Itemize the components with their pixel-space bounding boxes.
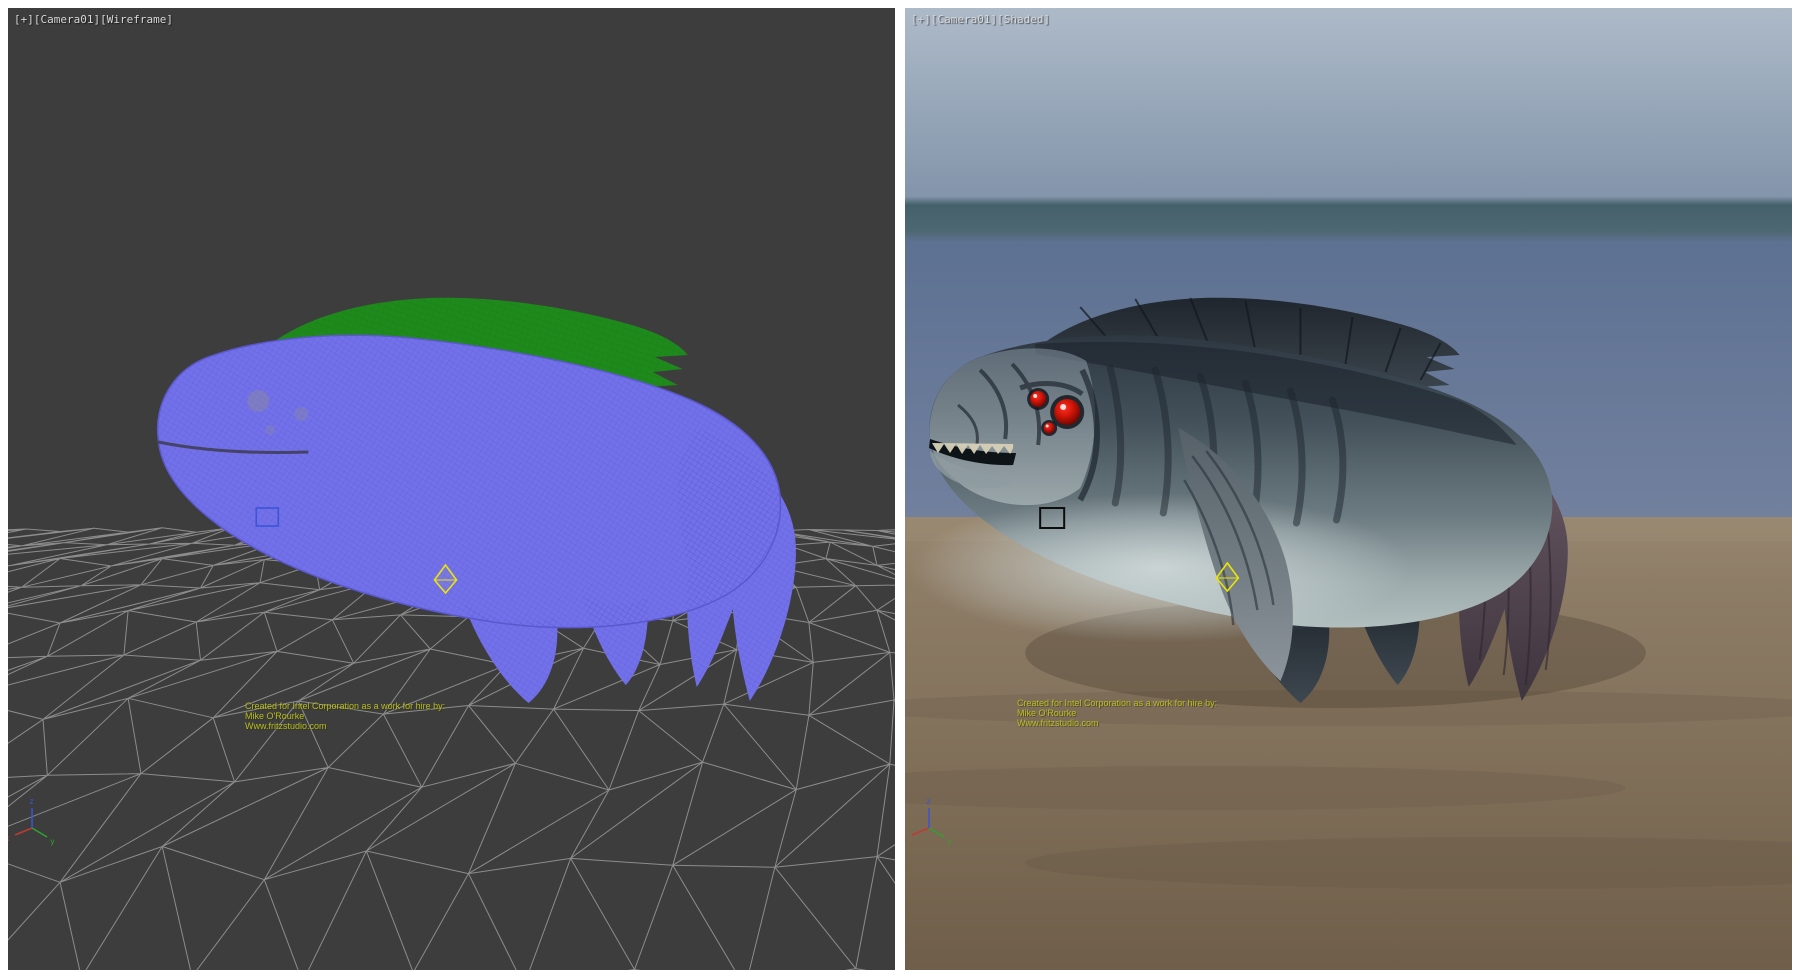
axis-z-label: z <box>29 797 34 806</box>
eye-spot-large <box>247 390 269 412</box>
viewport-camera-button[interactable]: [Camera01] <box>34 13 100 26</box>
axis-x-label: x <box>8 834 10 843</box>
viewport-area: x y z [+] [Camera01] [Wireframe] Created… <box>0 0 1800 978</box>
viewport-shading-button[interactable]: [Shaded] <box>997 13 1050 26</box>
watermark-line: Mike O'Rourke <box>1017 708 1217 718</box>
viewport-shading-button[interactable]: [Wireframe] <box>100 13 173 26</box>
viewport-label: [+] [Camera01] [Wireframe] <box>14 13 173 26</box>
viewport-camera-button[interactable]: [Camera01] <box>931 13 997 26</box>
eye-mid <box>1030 391 1046 407</box>
viewport-menu-button[interactable]: [+] <box>14 13 34 26</box>
shaded-scene[interactable]: x y z <box>905 8 1792 970</box>
viewport-wireframe[interactable]: x y z [+] [Camera01] [Wireframe] Created… <box>8 8 895 970</box>
watermark-line: Created for Intel Corporation as a work … <box>245 701 445 711</box>
viewport-label: [+] [Camera01] [Shaded] <box>911 13 1050 26</box>
viewport-menu-button[interactable]: [+] <box>911 13 931 26</box>
axis-x-label: x <box>905 834 907 843</box>
eye-spot-mid <box>294 407 308 421</box>
watermark: Created for Intel Corporation as a work … <box>245 701 445 731</box>
eye-small <box>1044 423 1055 434</box>
watermark-line: Mike O'Rourke <box>245 711 445 721</box>
eye-large <box>1054 399 1080 425</box>
viewport-shaded[interactable]: x y z [+] [Camera01] [Shaded] Created fo… <box>905 8 1792 970</box>
wireframe-scene[interactable]: x y z <box>8 8 895 970</box>
watermark: Created for Intel Corporation as a work … <box>1017 698 1217 728</box>
axis-y-label: y <box>50 837 55 846</box>
axis-z-label: z <box>926 797 931 806</box>
watermark-line: Created for Intel Corporation as a work … <box>1017 698 1217 708</box>
watermark-line: Www.fritzstudio.com <box>1017 718 1217 728</box>
watermark-line: Www.fritzstudio.com <box>245 721 445 731</box>
eye-spot-small <box>265 425 275 435</box>
axis-y-label: y <box>947 837 952 846</box>
